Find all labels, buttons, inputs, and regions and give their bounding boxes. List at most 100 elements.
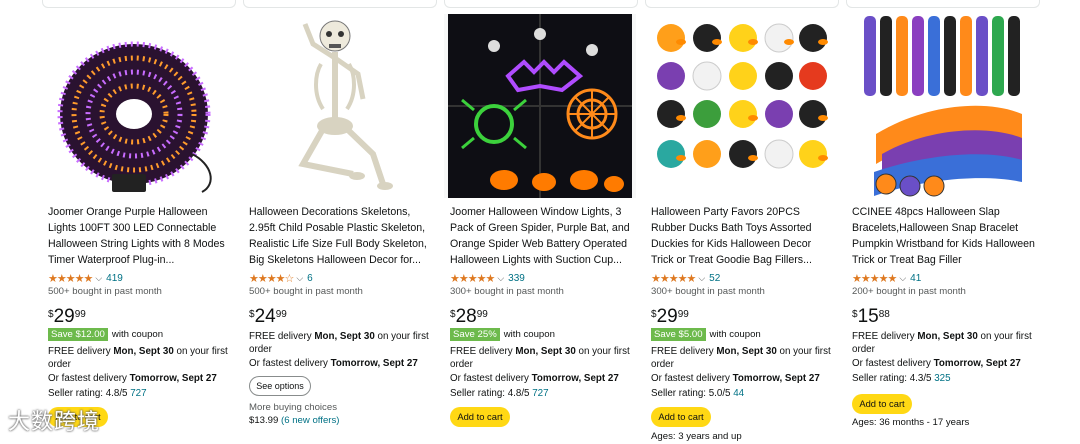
coupon-label: with coupon bbox=[709, 329, 761, 340]
delivery-prefix: FREE delivery bbox=[249, 331, 315, 342]
bought-past-month: 300+ bought in past month bbox=[651, 286, 765, 297]
product-image[interactable] bbox=[645, 14, 837, 198]
coupon: Save $12.00 with coupon bbox=[48, 328, 163, 341]
fastest-date: Tomorrow, Sept 27 bbox=[933, 358, 1021, 369]
seller-rating: Seller rating: 5.0/5 44 bbox=[651, 388, 744, 399]
price[interactable]: $ 28 99 bbox=[450, 306, 488, 328]
add-to-cart-button[interactable]: Add to cart bbox=[651, 407, 711, 427]
seller-count[interactable]: 727 bbox=[532, 388, 548, 399]
price[interactable]: $ 29 99 bbox=[651, 306, 689, 328]
bought-past-month: 500+ bought in past month bbox=[48, 286, 162, 297]
chevron-down-icon[interactable]: ⌵ bbox=[497, 273, 504, 284]
bought-past-month: 200+ bought in past month bbox=[852, 286, 966, 297]
seller-label: Seller rating: 5.0/5 bbox=[651, 388, 734, 399]
delivery-date: Mon, Sept 30 bbox=[515, 346, 576, 357]
chevron-down-icon[interactable]: ⌵ bbox=[296, 273, 303, 284]
fastest-delivery: Or fastest delivery Tomorrow, Sept 27 bbox=[48, 372, 234, 385]
rating-row[interactable]: ★★★★★ ⌵ 52 bbox=[651, 271, 720, 285]
price-fraction: 99 bbox=[677, 309, 689, 320]
fastest-date: Tomorrow, Sept 27 bbox=[330, 358, 418, 369]
seller-count[interactable]: 325 bbox=[934, 373, 950, 384]
product-title[interactable]: Halloween Decorations Skeletons, 2.95ft … bbox=[249, 204, 433, 268]
seller-rating: Seller rating: 4.8/5 727 bbox=[450, 388, 549, 399]
rating-row[interactable]: ★★★★★ ⌵ 339 bbox=[450, 271, 525, 285]
chevron-down-icon[interactable]: ⌵ bbox=[899, 273, 906, 284]
rating-row[interactable]: ★★★★★ ⌵ 41 bbox=[852, 271, 921, 285]
age-range: Ages: 36 months - 17 years bbox=[852, 417, 970, 428]
delivery-date: Mon, Sept 30 bbox=[716, 346, 777, 357]
see-options-button[interactable]: See options bbox=[249, 376, 311, 396]
more-buying-choices: More buying choices bbox=[249, 402, 337, 413]
product-image[interactable] bbox=[444, 14, 636, 198]
rating-row[interactable]: ★★★★★ ⌵ 419 bbox=[48, 271, 123, 285]
coupon-badge[interactable]: Save 25% bbox=[450, 328, 500, 341]
delivery-info: FREE delivery Mon, Sept 30 on your first… bbox=[450, 345, 636, 371]
product-image[interactable] bbox=[42, 14, 234, 198]
coupon: Save 25% with coupon bbox=[450, 328, 555, 341]
watermark-logo: 大数跨境 bbox=[8, 404, 100, 436]
seller-count[interactable]: 44 bbox=[733, 388, 744, 399]
product-card: CCINEE 48pcs Halloween Slap Bracelets,Ha… bbox=[846, 14, 1038, 444]
seller-rating: Seller rating: 4.3/5 325 bbox=[852, 373, 951, 384]
fastest-delivery: Or fastest delivery Tomorrow, Sept 27 bbox=[852, 357, 1038, 370]
star-rating-icon: ★★★★★ bbox=[450, 272, 495, 285]
product-title[interactable]: Halloween Party Favors 20PCS Rubber Duck… bbox=[651, 204, 835, 268]
fastest-date: Tomorrow, Sept 27 bbox=[129, 373, 217, 384]
rating-count[interactable]: 419 bbox=[106, 273, 123, 284]
seller-label: Seller rating: 4.8/5 bbox=[48, 388, 131, 399]
seller-count[interactable]: 727 bbox=[130, 388, 146, 399]
more-offers-link[interactable]: (6 new offers) bbox=[281, 415, 339, 426]
price-fraction: 99 bbox=[275, 309, 287, 320]
rating-count[interactable]: 339 bbox=[508, 273, 525, 284]
delivery-prefix: FREE delivery bbox=[450, 346, 516, 357]
add-to-cart-button[interactable]: Add to cart bbox=[852, 394, 912, 414]
delivery-info: FREE delivery Mon, Sept 30 on your first… bbox=[852, 330, 1038, 356]
rating-count[interactable]: 41 bbox=[910, 273, 921, 284]
more-offers: $13.99 (6 new offers) bbox=[249, 415, 340, 426]
chevron-down-icon[interactable]: ⌵ bbox=[698, 273, 705, 284]
fastest-delivery: Or fastest delivery Tomorrow, Sept 27 bbox=[249, 357, 435, 370]
product-image[interactable] bbox=[243, 14, 435, 198]
price-whole: 15 bbox=[857, 306, 879, 327]
coupon-label: with coupon bbox=[111, 329, 164, 340]
price-whole: 28 bbox=[455, 306, 477, 327]
delivery-date: Mon, Sept 30 bbox=[917, 331, 978, 342]
delivery-info: FREE delivery Mon, Sept 30 on your first… bbox=[249, 330, 435, 356]
price[interactable]: $ 15 88 bbox=[852, 306, 890, 328]
add-to-cart-button[interactable]: Add to cart bbox=[450, 407, 510, 427]
rating-count[interactable]: 52 bbox=[709, 273, 720, 284]
coupon-badge[interactable]: Save $5.00 bbox=[651, 328, 706, 341]
fastest-prefix: Or fastest delivery bbox=[249, 358, 331, 369]
star-rating-icon: ★★★★★ bbox=[852, 272, 897, 285]
bought-past-month: 500+ bought in past month bbox=[249, 286, 363, 297]
price-fraction: 99 bbox=[476, 309, 488, 320]
price-whole: 29 bbox=[53, 306, 75, 327]
delivery-info: FREE delivery Mon, Sept 30 on your first… bbox=[651, 345, 837, 371]
fastest-date: Tomorrow, Sept 27 bbox=[531, 373, 619, 384]
rating-row[interactable]: ★★★★☆ ⌵ 6 bbox=[249, 271, 313, 285]
price-fraction: 88 bbox=[878, 309, 890, 320]
product-title[interactable]: Joomer Orange Purple Halloween Lights 10… bbox=[48, 204, 232, 268]
bought-past-month: 300+ bought in past month bbox=[450, 286, 564, 297]
watermark-text: 大数跨境 bbox=[8, 409, 101, 434]
star-rating-icon: ★★★★☆ bbox=[249, 272, 294, 285]
star-rating-icon: ★★★★★ bbox=[48, 272, 93, 285]
more-offers-price: $13.99 bbox=[249, 415, 279, 426]
product-card: Joomer Halloween Window Lights, 3 Pack o… bbox=[444, 14, 636, 444]
seller-label: Seller rating: 4.8/5 bbox=[450, 388, 533, 399]
product-title[interactable]: CCINEE 48pcs Halloween Slap Bracelets,Ha… bbox=[852, 204, 1036, 268]
coupon-badge[interactable]: Save $12.00 bbox=[48, 328, 108, 341]
price[interactable]: $ 24 99 bbox=[249, 306, 287, 328]
product-card: Halloween Decorations Skeletons, 2.95ft … bbox=[243, 14, 435, 444]
price[interactable]: $ 29 99 bbox=[48, 306, 86, 328]
star-rating-icon: ★★★★★ bbox=[651, 272, 696, 285]
fastest-prefix: Or fastest delivery bbox=[450, 373, 532, 384]
fastest-prefix: Or fastest delivery bbox=[852, 358, 934, 369]
product-title[interactable]: Joomer Halloween Window Lights, 3 Pack o… bbox=[450, 204, 634, 268]
rating-count[interactable]: 6 bbox=[307, 273, 313, 284]
delivery-prefix: FREE delivery bbox=[651, 346, 717, 357]
product-card: Halloween Party Favors 20PCS Rubber Duck… bbox=[645, 14, 837, 444]
chevron-down-icon[interactable]: ⌵ bbox=[95, 273, 102, 284]
product-image[interactable] bbox=[846, 14, 1038, 198]
price-fraction: 99 bbox=[74, 309, 86, 320]
